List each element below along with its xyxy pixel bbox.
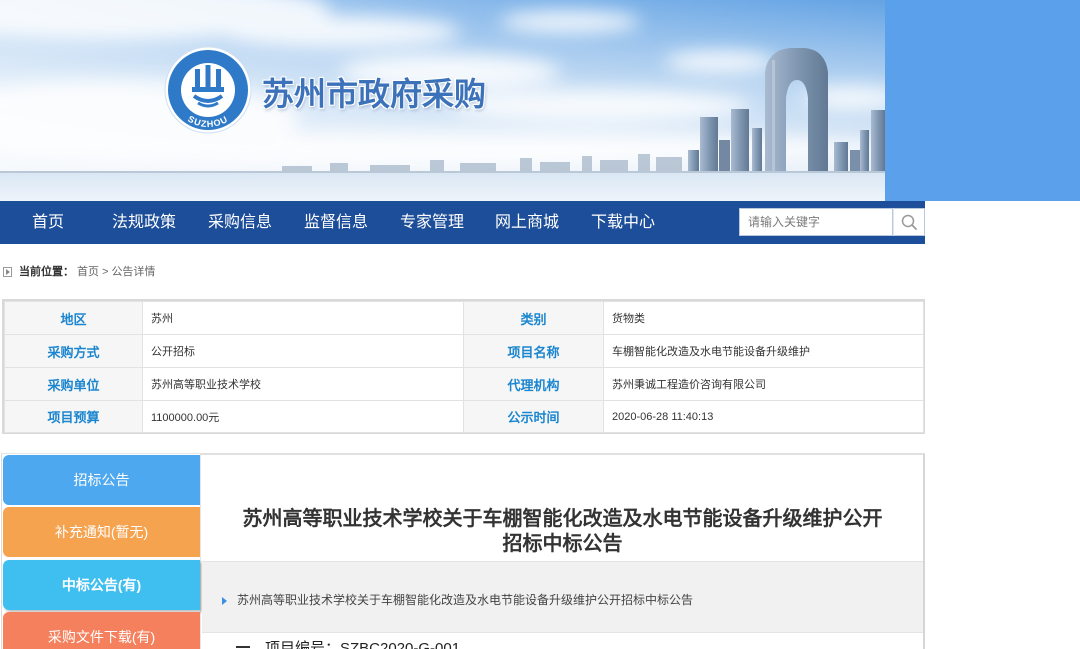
breadcrumb-arrow-icon	[3, 267, 12, 277]
budget-value: 1100000.00元	[142, 400, 464, 433]
distant-building	[582, 156, 592, 172]
budget-label: 项目预算	[4, 400, 143, 433]
building-highlight	[772, 60, 775, 172]
distant-building	[600, 160, 628, 172]
body-list-marker	[236, 646, 250, 648]
distant-building	[330, 163, 348, 172]
tab-tender-notice[interactable]: 招标公告	[3, 455, 200, 505]
distant-building	[638, 154, 650, 172]
breadcrumb-separator: >	[102, 266, 109, 278]
distant-building	[460, 163, 496, 172]
emblem-spire	[195, 69, 200, 88]
building	[860, 130, 869, 172]
info-row: 采购方式 公开招标 项目名称 车棚智能化改造及水电节能设备升级维护	[4, 334, 924, 368]
site-title: 苏州市政府采购	[262, 76, 487, 112]
agency-value: 苏州秉诚工程造价咨询有限公司	[603, 367, 924, 401]
building	[700, 117, 718, 172]
banner-side-fill	[885, 0, 1080, 201]
agency-label: 代理机构	[463, 367, 604, 401]
info-row: 地区 苏州 类别 货物类	[4, 301, 924, 335]
suzhou-emblem-icon: SUZHOU	[164, 46, 252, 134]
emblem-bar	[192, 87, 224, 92]
cloud	[665, 51, 775, 73]
attachment-link[interactable]: 苏州高等职业技术学校关于车棚智能化改造及水电节能设备升级维护公开招标中标公告	[237, 592, 693, 608]
purchaser-value: 苏州高等职业技术学校	[142, 367, 464, 401]
distant-building	[520, 158, 532, 172]
emblem-spire	[216, 69, 221, 88]
distant-building	[370, 165, 410, 172]
search-button[interactable]	[893, 208, 925, 236]
building	[719, 140, 730, 172]
horizon-line	[0, 171, 885, 173]
breadcrumb-label: 当前位置：	[19, 266, 74, 278]
distant-building	[656, 157, 682, 172]
cloud	[220, 16, 460, 48]
nav-item-experts[interactable]: 专家管理	[384, 201, 480, 244]
tab-award-notice[interactable]: 中标公告(有)	[3, 560, 200, 610]
tab-procurement-docs-download[interactable]: 采购文件下载(有)	[3, 612, 200, 649]
nav-item-downloads[interactable]: 下载中心	[575, 201, 671, 244]
breadcrumb: 当前位置： 首页 > 公告详情	[19, 264, 155, 280]
project-info-table: 地区 苏州 类别 货物类 采购方式 公开招标 项目名称 车棚智能化改造及水电节能…	[4, 301, 924, 433]
emblem-spire	[205, 65, 211, 88]
project-name-value: 车棚智能化改造及水电节能设备升级维护	[603, 334, 924, 368]
page: SUZHOU 苏州市政府采购 首页 法规政策 采购信息 监督信息 专家管理 网上…	[0, 0, 1080, 649]
cloud	[500, 11, 640, 33]
emblem-gate-symbol	[192, 65, 224, 92]
region-value: 苏州	[142, 301, 464, 335]
procurement-method-value: 公开招标	[142, 334, 464, 368]
nav-item-home[interactable]: 首页	[0, 201, 96, 244]
distant-building	[540, 162, 570, 172]
breadcrumb-home-link[interactable]: 首页	[77, 266, 99, 278]
search-icon	[901, 214, 917, 230]
region-label: 地区	[4, 301, 143, 335]
nav-item-online-mall[interactable]: 网上商城	[479, 201, 575, 244]
building	[688, 150, 699, 172]
building	[850, 150, 860, 172]
search-icon-handle	[911, 224, 917, 230]
notice-body-first-line: 项目编号：SZBC2020-G-001	[265, 640, 461, 649]
nav-item-regulations[interactable]: 法规政策	[96, 201, 192, 244]
project-name-label: 项目名称	[463, 334, 604, 368]
breadcrumb-current: 公告详情	[111, 266, 156, 278]
project-info-box: 地区 苏州 类别 货物类 采购方式 公开招标 项目名称 车棚智能化改造及水电节能…	[2, 299, 925, 434]
category-value: 货物类	[603, 301, 924, 335]
purchaser-label: 采购单位	[4, 367, 143, 401]
building	[731, 109, 749, 172]
distant-building	[430, 160, 444, 172]
arrow-right-icon	[222, 597, 227, 605]
category-label: 类别	[463, 301, 604, 335]
nav-item-supervision[interactable]: 监督信息	[288, 201, 384, 244]
building	[834, 142, 848, 172]
nav-item-procurement-info[interactable]: 采购信息	[192, 201, 288, 244]
building	[871, 110, 885, 172]
notice-title: 苏州高等职业技术学校关于车棚智能化改造及水电节能设备升级维护公开招标中标公告	[242, 508, 883, 555]
building	[752, 128, 762, 172]
water	[0, 173, 885, 201]
tab-supplementary-notice[interactable]: 补充通知(暂无)	[3, 507, 200, 557]
search-input[interactable]	[739, 208, 893, 236]
info-row: 项目预算 1100000.00元 公示时间 2020-06-28 11:40:1…	[4, 400, 924, 433]
publish-time-label: 公示时间	[463, 400, 604, 433]
publish-time-value: 2020-06-28 11:40:13	[603, 400, 924, 433]
breadcrumb-arrow-glyph	[6, 269, 10, 275]
info-row: 采购单位 苏州高等职业技术学校 代理机构 苏州秉诚工程造价咨询有限公司	[4, 367, 924, 401]
procurement-method-label: 采购方式	[4, 334, 143, 368]
notice-title-block: 苏州高等职业技术学校关于车棚智能化改造及水电节能设备升级维护公开招标中标公告	[200, 507, 925, 557]
